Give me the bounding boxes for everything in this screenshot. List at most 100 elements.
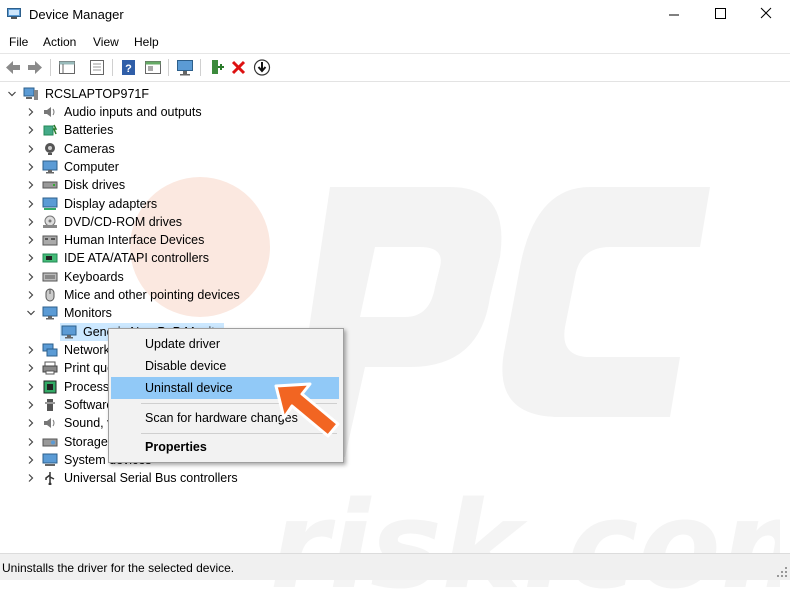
chevron-right-icon[interactable] — [26, 382, 36, 392]
chevron-right-icon[interactable] — [26, 180, 36, 190]
tree-item-ide-ata-atapi-controllers[interactable]: IDE ATA/ATAPI controllers — [0, 249, 300, 267]
tree-root[interactable]: RCSLAPTOP971F — [0, 85, 300, 103]
toolbar-separator — [50, 59, 51, 76]
chevron-down-icon[interactable] — [7, 89, 17, 99]
status-bar: Uninstalls the driver for the selected d… — [0, 553, 790, 580]
help-icon[interactable]: ? — [119, 58, 139, 77]
tree-item-label: Display adapters — [64, 196, 158, 211]
usb-icon — [45, 472, 55, 486]
tree-item-label: Batteries — [64, 123, 114, 138]
tree-item-universal-serial-bus-controllers[interactable]: Universal Serial Bus controllers — [0, 469, 300, 487]
device-tree: risk.com RCSLAPTOP971F Audio inputs and … — [0, 82, 790, 597]
tree-item-label: Keyboards — [64, 269, 124, 284]
chevron-right-icon[interactable] — [26, 253, 36, 263]
processor-icon — [43, 380, 57, 394]
chevron-right-icon[interactable] — [26, 418, 36, 428]
menu-label: Uninstall device — [145, 381, 233, 395]
tree-item-disk-drives[interactable]: Disk drives — [0, 176, 300, 194]
tree-item-audio-inputs-and-outputs[interactable]: Audio inputs and outputs — [0, 103, 300, 121]
tree-item-label: Computer — [64, 159, 119, 174]
tree-item-label: Mice and other pointing devices — [64, 288, 240, 302]
tree-item-computer[interactable]: Computer — [0, 158, 300, 176]
chevron-right-icon[interactable] — [26, 235, 36, 245]
toolbar-separator — [112, 59, 113, 76]
back-icon[interactable] — [3, 58, 23, 77]
toolbar-separator — [200, 59, 201, 76]
menu-update-driver[interactable]: Update driver — [111, 333, 339, 355]
disk-drive-icon — [42, 181, 58, 189]
sound-icon — [44, 418, 55, 429]
dvd-drive-icon — [43, 215, 57, 228]
storage-controller-icon — [42, 438, 58, 446]
tree-item-keyboards[interactable]: Keyboards — [0, 268, 300, 286]
system-devices-icon — [42, 453, 58, 466]
add-driver-icon[interactable] — [207, 58, 227, 77]
chevron-right-icon[interactable] — [26, 437, 36, 447]
camera-icon — [45, 142, 55, 155]
tree-item-monitors[interactable]: Monitors — [0, 304, 300, 322]
tree-item-mice-and-other-pointing-devices[interactable]: Mice and other pointing devices — [0, 286, 300, 304]
chevron-right-icon[interactable] — [26, 363, 36, 373]
chevron-right-icon[interactable] — [26, 199, 36, 209]
tree-item-label: Monitors — [64, 306, 112, 321]
speaker-icon — [44, 107, 55, 117]
chevron-right-icon[interactable] — [26, 473, 36, 483]
menu-help[interactable]: Help — [134, 35, 159, 49]
chevron-right-icon[interactable] — [26, 162, 36, 172]
tree-item-label: Disk drives — [64, 178, 126, 193]
chevron-right-icon[interactable] — [26, 400, 36, 410]
tree-item-label: IDE ATA/ATAPI controllers — [64, 251, 209, 266]
chevron-right-icon[interactable] — [26, 345, 36, 355]
uninstall-x-icon[interactable] — [229, 58, 249, 77]
scan-monitor-icon[interactable] — [175, 58, 195, 77]
menu-action[interactable]: Action — [43, 35, 76, 49]
tree-item-label: Human Interface Devices — [64, 233, 205, 248]
ide-controller-icon — [42, 253, 58, 263]
printer-icon — [42, 361, 58, 375]
menu-label: Update driver — [145, 337, 221, 351]
tree-item-display-adapters[interactable]: Display adapters — [0, 195, 300, 213]
tree-item-label: Cameras — [64, 141, 115, 156]
svg-text:?: ? — [125, 63, 132, 75]
status-text: Uninstalls the driver for the selected d… — [2, 561, 235, 575]
chevron-right-icon[interactable] — [26, 455, 36, 465]
tree-item-human-interface-devices[interactable]: Human Interface Devices — [0, 231, 300, 249]
forward-icon[interactable] — [25, 58, 45, 77]
monitor-icon — [61, 325, 77, 339]
resize-grip-icon[interactable] — [777, 567, 787, 577]
properties-pane-icon[interactable] — [57, 58, 77, 77]
monitors-icon — [42, 306, 58, 320]
menu-view[interactable]: View — [93, 35, 119, 49]
display-adapter-icon — [42, 197, 58, 210]
maximize-button[interactable] — [697, 0, 743, 30]
chevron-right-icon[interactable] — [26, 144, 36, 154]
chevron-right-icon[interactable] — [26, 290, 36, 300]
tree-item-cameras[interactable]: Cameras — [0, 140, 300, 158]
chevron-down-icon[interactable] — [26, 308, 36, 318]
show-hidden-icon[interactable] — [87, 58, 107, 77]
tree-item-batteries[interactable]: Batteries — [0, 121, 300, 139]
tree-item-label: Audio inputs and outputs — [64, 105, 202, 119]
title-bar: Device Manager — [0, 0, 790, 30]
tree-item-label: DVD/CD-ROM drives — [64, 214, 183, 229]
minimize-button[interactable] — [651, 0, 697, 30]
chevron-right-icon[interactable] — [26, 217, 36, 227]
menu-file[interactable]: File — [9, 35, 28, 49]
menu-label: Disable device — [145, 359, 227, 373]
computer-icon — [42, 160, 58, 174]
chevron-right-icon[interactable] — [26, 107, 36, 117]
download-driver-icon[interactable] — [252, 58, 272, 77]
menu-disable-device[interactable]: Disable device — [111, 355, 339, 377]
toolbar: ? — [0, 53, 790, 82]
pointer-arrow-icon — [274, 382, 340, 438]
close-button[interactable] — [743, 0, 789, 30]
chevron-right-icon[interactable] — [26, 272, 36, 282]
toolbar-separator — [168, 59, 169, 76]
root-label: RCSLAPTOP971F — [45, 87, 149, 101]
tree-item-dvd-cd-rom-drives[interactable]: DVD/CD-ROM drives — [0, 213, 300, 231]
keyboard-icon — [42, 272, 58, 282]
chevron-right-icon[interactable] — [26, 125, 36, 135]
update-driver-icon[interactable] — [143, 58, 163, 77]
computer-root-icon — [23, 87, 38, 100]
mouse-icon — [45, 288, 55, 302]
